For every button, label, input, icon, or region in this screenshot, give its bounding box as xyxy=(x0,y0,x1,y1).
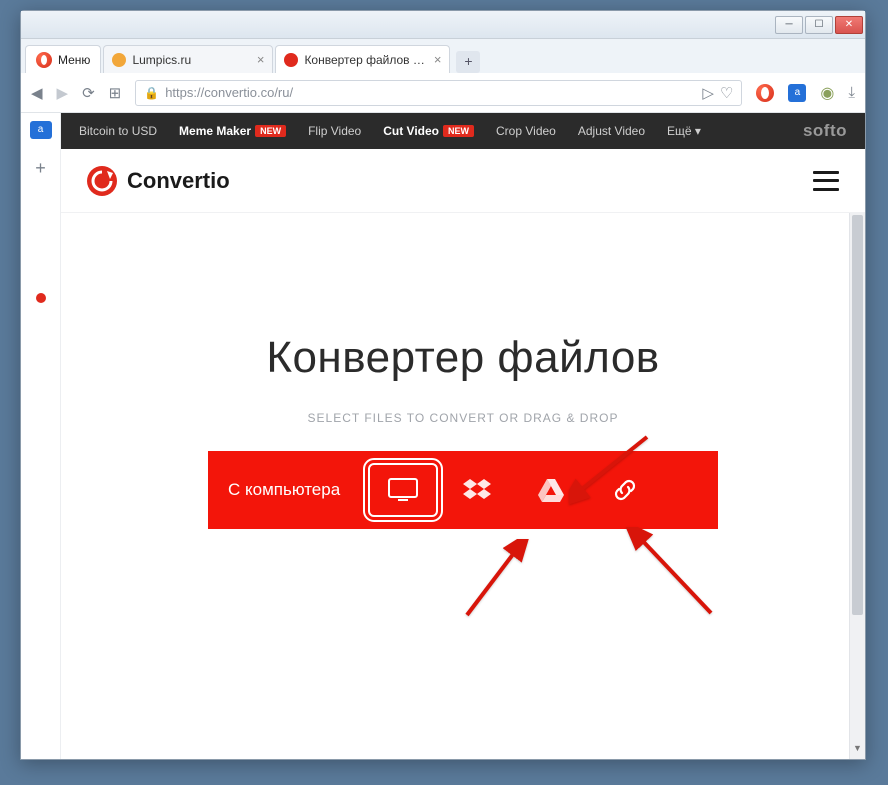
window-close-button[interactable]: ✕ xyxy=(835,16,863,34)
tab-close-icon[interactable]: × xyxy=(434,52,442,67)
lock-icon: 🔒 xyxy=(144,86,159,100)
new-tab-button[interactable]: + xyxy=(456,51,480,73)
bookmark-heart-icon[interactable]: ♡ xyxy=(720,84,733,102)
convertio-logo-icon xyxy=(87,166,117,196)
favicon-icon xyxy=(112,53,126,67)
sidebar: a + xyxy=(21,113,61,759)
upload-from-computer-button[interactable] xyxy=(368,463,438,517)
softo-link-crop[interactable]: Crop Video xyxy=(496,124,556,138)
softo-link-flip[interactable]: Flip Video xyxy=(308,124,361,138)
window-minimize-button[interactable]: ─ xyxy=(775,16,803,34)
upload-from-url-button[interactable] xyxy=(590,463,660,517)
page-content: Bitcoin to USD Meme MakerNEW Flip Video … xyxy=(61,113,865,759)
nav-forward-button[interactable]: ▶ xyxy=(57,84,69,102)
brand-name: Convertio xyxy=(127,168,230,194)
tab-title: Конвертер файлов — Co xyxy=(304,53,427,67)
softo-link-cut[interactable]: Cut VideoNEW xyxy=(383,124,474,138)
upload-bar: С компьютера xyxy=(208,451,718,529)
softo-link-bitcoin[interactable]: Bitcoin to USD xyxy=(79,124,157,138)
tab-convertio[interactable]: Конвертер файлов — Co × xyxy=(275,45,450,73)
sidebar-adblock-indicator[interactable] xyxy=(30,287,52,309)
opera-menu-button[interactable]: Меню xyxy=(25,45,101,73)
dropbox-icon xyxy=(462,477,492,503)
hamburger-menu-button[interactable] xyxy=(813,171,839,191)
address-bar: ◀ ▶ ⟳ ⊞ 🔒 https://convertio.co/ru/ ▷ ♡ a… xyxy=(21,73,865,113)
nav-reload-button[interactable]: ⟳ xyxy=(82,84,95,102)
vertical-scrollbar[interactable]: ▲ ▼ xyxy=(849,213,865,759)
scroll-thumb[interactable] xyxy=(852,215,863,615)
send-to-icon[interactable]: ▷ xyxy=(702,84,714,102)
upload-from-computer-label: С компьютера xyxy=(228,480,340,500)
window-titlebar: ─ ☐ ✕ xyxy=(21,11,865,39)
browser-window: ─ ☐ ✕ Меню Lumpics.ru × Конвертер файлов… xyxy=(20,10,866,760)
softo-link-meme[interactable]: Meme MakerNEW xyxy=(179,124,286,138)
upload-from-dropbox-button[interactable] xyxy=(442,463,512,517)
globe-ext-icon[interactable]: ◉ xyxy=(820,83,834,103)
annotation-arrow xyxy=(461,539,541,624)
hero-subtitle: SELECT FILES TO CONVERT OR DRAG & DROP xyxy=(308,411,619,425)
softo-logo[interactable]: softo xyxy=(803,121,847,141)
upload-from-gdrive-button[interactable] xyxy=(516,463,586,517)
speed-dial-button[interactable]: ⊞ xyxy=(109,84,122,102)
opera-menu-label: Меню xyxy=(58,53,90,67)
tab-lumpics[interactable]: Lumpics.ru × xyxy=(103,45,273,73)
tab-close-icon[interactable]: × xyxy=(257,52,265,67)
sidebar-add-button[interactable]: + xyxy=(30,157,52,179)
hero: Конвертер файлов SELECT FILES TO CONVERT… xyxy=(61,213,865,759)
downloads-button[interactable]: ⤓ xyxy=(848,84,855,101)
url-field[interactable]: 🔒 https://convertio.co/ru/ ▷ ♡ xyxy=(135,80,742,106)
computer-icon xyxy=(386,476,420,504)
link-icon xyxy=(611,476,639,504)
translate-ext-icon[interactable]: a xyxy=(788,84,806,102)
softo-link-adjust[interactable]: Adjust Video xyxy=(578,124,645,138)
softo-toolbar: Bitcoin to USD Meme MakerNEW Flip Video … xyxy=(61,113,865,149)
main-row: a + Bitcoin to USD Meme MakerNEW Flip Vi… xyxy=(21,113,865,759)
sidebar-translate-button[interactable]: a xyxy=(30,119,52,141)
tab-title: Lumpics.ru xyxy=(132,53,250,67)
window-maximize-button[interactable]: ☐ xyxy=(805,16,833,34)
scroll-down-icon[interactable]: ▼ xyxy=(850,743,865,759)
google-drive-icon xyxy=(536,477,566,503)
address-bar-right: a ◉ ⤓ xyxy=(756,83,855,103)
opera-icon xyxy=(36,52,52,68)
softo-more-button[interactable]: Ещё ▾ xyxy=(667,124,701,138)
opera-addon-icon[interactable] xyxy=(756,84,774,102)
tab-strip: Меню Lumpics.ru × Конвертер файлов — Co … xyxy=(21,39,865,73)
app-header: Convertio xyxy=(61,149,865,213)
url-text: https://convertio.co/ru/ xyxy=(165,85,696,100)
page-title: Конвертер файлов xyxy=(266,333,659,383)
brand[interactable]: Convertio xyxy=(87,166,230,196)
annotation-arrow xyxy=(625,527,715,622)
nav-back-button[interactable]: ◀ xyxy=(31,84,43,102)
chevron-down-icon: ▾ xyxy=(695,124,701,138)
favicon-icon xyxy=(284,53,298,67)
